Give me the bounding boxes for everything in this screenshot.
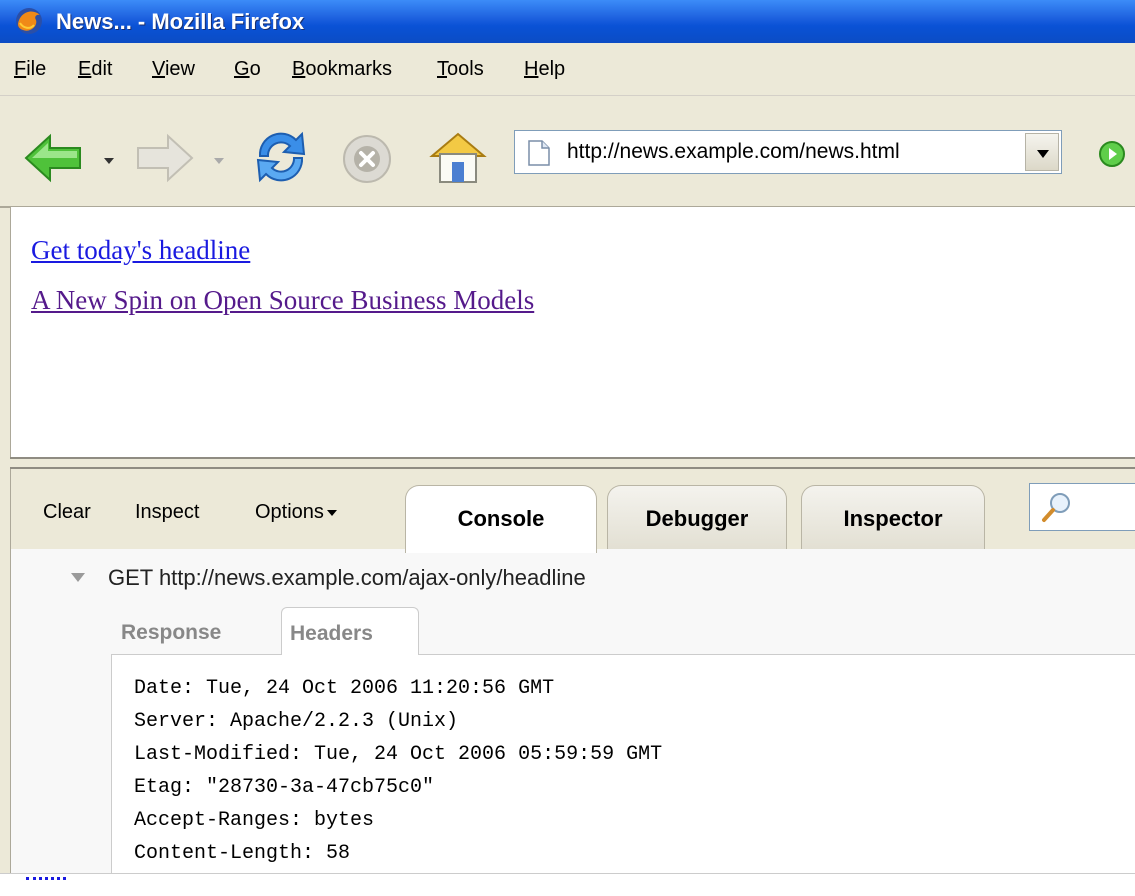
back-dropdown-icon[interactable] bbox=[104, 158, 114, 164]
menu-file[interactable]: File bbox=[14, 58, 46, 81]
panel-splitter[interactable] bbox=[10, 457, 1135, 469]
url-dropdown-button[interactable] bbox=[1025, 133, 1059, 171]
page-content: Get today's headline A New Spin on Open … bbox=[10, 207, 1135, 457]
inspect-button[interactable]: Inspect bbox=[135, 501, 199, 524]
menu-help[interactable]: Help bbox=[524, 58, 565, 81]
go-icon[interactable] bbox=[1098, 140, 1126, 168]
headers-panel: Date: Tue, 24 Oct 2006 11:20:56 GMT Serv… bbox=[111, 654, 1135, 884]
menu-view[interactable]: View bbox=[152, 58, 195, 81]
header-line: Accept-Ranges: bytes bbox=[134, 809, 375, 832]
header-line: Etag: "28730-3a-47cb75c0" bbox=[134, 776, 435, 799]
tab-console[interactable]: Console bbox=[405, 485, 597, 553]
console-panel: GET http://news.example.com/ajax-only/he… bbox=[10, 549, 1135, 884]
browser-window: News... - Mozilla Firefox File Edit View… bbox=[0, 0, 1135, 896]
subtab-response[interactable]: Response bbox=[121, 607, 271, 655]
menu-edit[interactable]: Edit bbox=[78, 58, 112, 81]
url-bar[interactable]: http://news.example.com/news.html bbox=[514, 130, 1062, 174]
subtab-headers[interactable]: Headers bbox=[281, 607, 419, 655]
title-bar[interactable]: News... - Mozilla Firefox bbox=[0, 0, 1135, 43]
search-icon bbox=[1042, 493, 1070, 522]
stop-icon[interactable] bbox=[340, 132, 394, 186]
reload-icon[interactable] bbox=[250, 128, 312, 186]
chevron-down-icon bbox=[1037, 150, 1049, 158]
article-link[interactable]: A New Spin on Open Source Business Model… bbox=[31, 285, 534, 316]
forward-dropdown-icon[interactable] bbox=[214, 158, 224, 164]
menu-tools[interactable]: Tools bbox=[437, 58, 484, 81]
back-arrow-icon[interactable] bbox=[22, 132, 84, 184]
options-button[interactable]: Options bbox=[255, 501, 337, 524]
firefox-logo-icon bbox=[16, 8, 42, 34]
expand-twisty-icon[interactable] bbox=[71, 573, 85, 582]
menu-bar: File Edit View Go Bookmarks Tools Help bbox=[0, 43, 1135, 96]
tab-inspector[interactable]: Inspector bbox=[801, 485, 985, 551]
headline-link[interactable]: Get today's headline bbox=[31, 235, 250, 266]
options-caret-icon bbox=[326, 509, 337, 516]
tab-debugger[interactable]: Debugger bbox=[607, 485, 787, 551]
firebug-search-input[interactable] bbox=[1029, 483, 1135, 531]
header-line: Server: Apache/2.2.3 (Unix) bbox=[134, 710, 459, 733]
options-label: Options bbox=[255, 501, 324, 523]
console-prompt-icon bbox=[26, 877, 66, 886]
clear-button[interactable]: Clear bbox=[43, 501, 91, 524]
menu-go[interactable]: Go bbox=[234, 58, 261, 81]
header-line: Date: Tue, 24 Oct 2006 11:20:56 GMT bbox=[134, 677, 555, 700]
home-icon[interactable] bbox=[426, 128, 490, 186]
request-entry[interactable]: GET http://news.example.com/ajax-only/he… bbox=[108, 565, 586, 591]
window-title: News... - Mozilla Firefox bbox=[56, 9, 305, 34]
menu-bookmarks[interactable]: Bookmarks bbox=[292, 58, 392, 81]
url-text[interactable]: http://news.example.com/news.html bbox=[567, 140, 900, 164]
firebug-toolbar: Clear Inspect Options Console Debugger I… bbox=[10, 469, 1135, 553]
page-document-icon bbox=[528, 140, 550, 166]
header-line: Last-Modified: Tue, 24 Oct 2006 05:59:59… bbox=[134, 743, 663, 766]
forward-arrow-icon[interactable] bbox=[134, 132, 196, 184]
header-line: Content-Length: 58 bbox=[134, 842, 351, 865]
console-input-strip[interactable] bbox=[0, 873, 1135, 896]
